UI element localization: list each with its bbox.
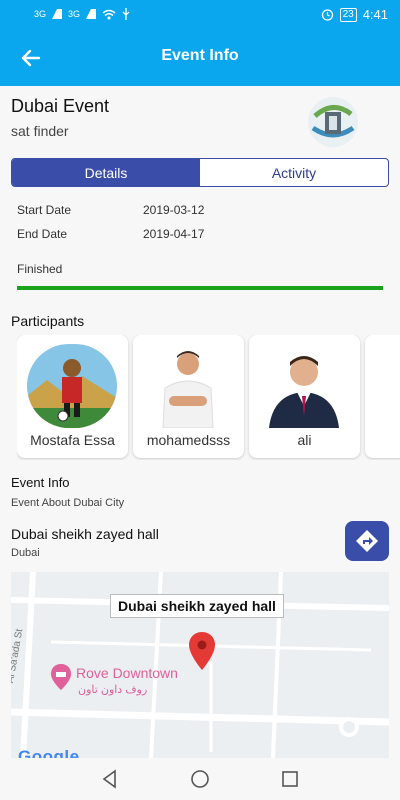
map-poi-label: Rove Downtown (76, 665, 178, 681)
participant-card[interactable]: ali (249, 335, 360, 458)
venue-city: Dubai (11, 547, 40, 559)
avatar (143, 344, 233, 428)
directions-button[interactable] (345, 521, 389, 561)
event-description: Event About Dubai City (11, 497, 125, 509)
event-progress-bar (17, 286, 383, 290)
event-title: Dubai Event (11, 96, 110, 116)
carrier-label-2: 3G (68, 9, 81, 19)
directions-icon (356, 530, 378, 552)
participant-card[interactable] (365, 335, 400, 458)
participant-card[interactable]: Mostafa Essa (17, 335, 128, 458)
event-logo (308, 97, 358, 147)
app-bar: Event Info (0, 29, 400, 86)
system-nav-bar (0, 758, 400, 800)
nav-home-icon[interactable] (190, 769, 210, 789)
status-bar: 3G 3G 23 4:41 (0, 0, 400, 29)
tab-details[interactable]: Details (12, 159, 200, 186)
participants-heading: Participants (11, 313, 85, 329)
page-title: Event Info (161, 47, 239, 64)
map-view[interactable]: Dubai sheikh zayed hall Rove Downtown رو… (11, 572, 389, 758)
nav-back-icon[interactable] (100, 769, 120, 789)
alarm-icon (321, 9, 333, 21)
map-pin-icon[interactable] (189, 632, 215, 670)
end-date-value: 2019-04-17 (143, 227, 205, 241)
participant-name: Mostafa Essa (30, 432, 115, 448)
event-info-heading: Event Info (11, 475, 70, 490)
avatar (259, 344, 349, 428)
google-logo: Google (18, 747, 80, 758)
nav-recents-icon[interactable] (280, 769, 300, 789)
carrier-label-1: 3G (34, 9, 47, 19)
signal-icon (52, 9, 63, 19)
participants-list[interactable]: Mostafa Essa mohamedsss ali (17, 335, 400, 460)
participant-name: ali (297, 432, 312, 448)
venue-name: Dubai sheikh zayed hall (11, 526, 159, 542)
hotel-icon (51, 664, 71, 690)
battery-level: 23 (339, 7, 357, 22)
clock: 4:41 (362, 7, 388, 22)
usb-icon (122, 8, 130, 20)
content-area: Dubai Event sat finder Details Activity … (0, 86, 400, 758)
participant-card[interactable]: mohamedsss (133, 335, 244, 458)
wifi-icon (102, 9, 116, 19)
avatar (27, 344, 117, 428)
tab-activity[interactable]: Activity (200, 159, 388, 186)
signal-icon (86, 9, 97, 19)
start-date-label: Start Date (17, 203, 72, 217)
tab-bar: Details Activity (11, 158, 389, 187)
participant-name: mohamedsss (146, 432, 231, 448)
map-poi-label-ar: روف داون تاون (78, 684, 148, 696)
start-date-value: 2019-03-12 (143, 203, 205, 217)
event-subtitle: sat finder (11, 123, 69, 139)
event-status: Finished (17, 262, 63, 276)
progress-fill (17, 286, 383, 290)
map-marker-callout: Dubai sheikh zayed hall (110, 594, 284, 618)
end-date-label: End Date (17, 227, 68, 241)
